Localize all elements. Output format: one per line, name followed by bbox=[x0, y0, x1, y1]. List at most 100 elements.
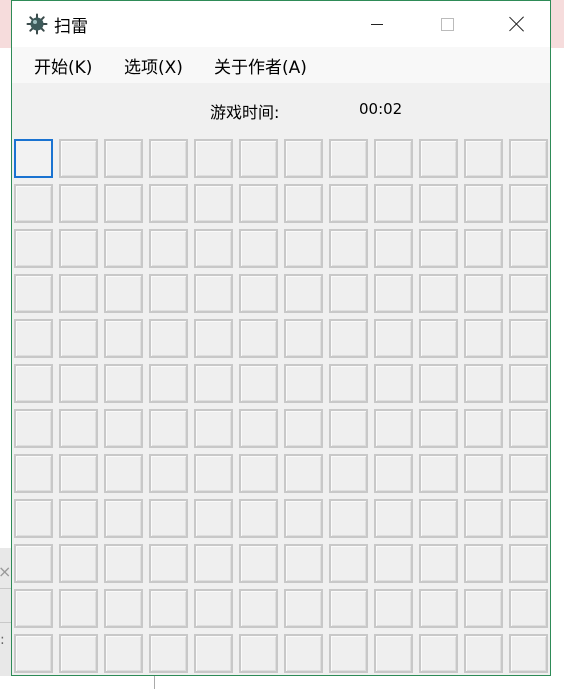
mine-cell[interactable] bbox=[329, 589, 368, 628]
mine-cell[interactable] bbox=[284, 454, 323, 493]
mine-cell[interactable] bbox=[284, 184, 323, 223]
mine-cell[interactable] bbox=[329, 634, 368, 673]
mine-cell[interactable] bbox=[59, 274, 98, 313]
mine-cell[interactable] bbox=[104, 454, 143, 493]
mine-cell[interactable] bbox=[284, 409, 323, 448]
mine-cell[interactable] bbox=[149, 454, 188, 493]
mine-cell[interactable] bbox=[374, 409, 413, 448]
mine-cell[interactable] bbox=[329, 139, 368, 178]
mine-cell[interactable] bbox=[419, 634, 458, 673]
mine-cell[interactable] bbox=[284, 544, 323, 583]
mine-cell[interactable] bbox=[194, 139, 233, 178]
mine-cell[interactable] bbox=[194, 319, 233, 358]
mine-cell[interactable] bbox=[104, 634, 143, 673]
mine-cell[interactable] bbox=[104, 544, 143, 583]
mine-cell[interactable] bbox=[509, 184, 548, 223]
mine-cell[interactable] bbox=[59, 634, 98, 673]
mine-cell[interactable] bbox=[194, 229, 233, 268]
mine-cell[interactable] bbox=[464, 454, 503, 493]
mine-cell[interactable] bbox=[149, 409, 188, 448]
mine-cell[interactable] bbox=[284, 364, 323, 403]
mine-cell[interactable] bbox=[59, 364, 98, 403]
mine-cell[interactable] bbox=[374, 184, 413, 223]
mine-cell[interactable] bbox=[239, 364, 278, 403]
mine-cell[interactable] bbox=[284, 319, 323, 358]
mine-cell[interactable] bbox=[419, 229, 458, 268]
mine-cell[interactable] bbox=[284, 589, 323, 628]
mine-cell[interactable] bbox=[149, 229, 188, 268]
mine-cell[interactable] bbox=[239, 229, 278, 268]
mine-cell[interactable] bbox=[104, 499, 143, 538]
mine-cell[interactable] bbox=[104, 229, 143, 268]
mine-cell[interactable] bbox=[194, 409, 233, 448]
mine-cell[interactable] bbox=[59, 229, 98, 268]
mine-cell[interactable] bbox=[194, 184, 233, 223]
mine-cell[interactable] bbox=[464, 544, 503, 583]
mine-cell[interactable] bbox=[329, 364, 368, 403]
mine-cell[interactable] bbox=[419, 499, 458, 538]
mine-cell[interactable] bbox=[329, 499, 368, 538]
mine-cell[interactable] bbox=[284, 499, 323, 538]
menu-start[interactable]: 开始(K) bbox=[34, 53, 92, 78]
mine-cell[interactable] bbox=[374, 274, 413, 313]
close-button[interactable] bbox=[494, 1, 540, 47]
mine-cell[interactable] bbox=[239, 589, 278, 628]
mine-cell[interactable] bbox=[464, 499, 503, 538]
mine-cell[interactable] bbox=[14, 454, 53, 493]
mine-cell[interactable] bbox=[374, 499, 413, 538]
mine-cell[interactable] bbox=[104, 409, 143, 448]
mine-cell[interactable] bbox=[14, 274, 53, 313]
mine-cell[interactable] bbox=[239, 454, 278, 493]
mine-cell[interactable] bbox=[59, 319, 98, 358]
mine-cell[interactable] bbox=[374, 229, 413, 268]
mine-cell[interactable] bbox=[59, 184, 98, 223]
mine-cell[interactable] bbox=[14, 589, 53, 628]
mine-cell[interactable] bbox=[464, 409, 503, 448]
mine-cell[interactable] bbox=[329, 319, 368, 358]
mine-cell[interactable] bbox=[59, 544, 98, 583]
mine-cell[interactable] bbox=[239, 409, 278, 448]
mine-cell[interactable] bbox=[509, 499, 548, 538]
mine-cell[interactable] bbox=[284, 229, 323, 268]
mine-cell[interactable] bbox=[149, 499, 188, 538]
mine-cell[interactable] bbox=[419, 589, 458, 628]
mine-cell[interactable] bbox=[419, 409, 458, 448]
mine-cell[interactable] bbox=[59, 499, 98, 538]
mine-cell[interactable] bbox=[419, 274, 458, 313]
mine-cell[interactable] bbox=[374, 364, 413, 403]
mine-cell[interactable] bbox=[464, 634, 503, 673]
mine-cell[interactable] bbox=[149, 544, 188, 583]
mine-cell[interactable] bbox=[239, 634, 278, 673]
mine-cell[interactable] bbox=[239, 544, 278, 583]
mine-cell[interactable] bbox=[59, 139, 98, 178]
mine-cell[interactable] bbox=[104, 319, 143, 358]
mine-cell[interactable] bbox=[329, 274, 368, 313]
mine-cell[interactable] bbox=[14, 499, 53, 538]
maximize-button[interactable] bbox=[424, 1, 470, 47]
mine-cell[interactable] bbox=[59, 409, 98, 448]
mine-cell[interactable] bbox=[509, 454, 548, 493]
mine-cell[interactable] bbox=[194, 274, 233, 313]
mine-cell[interactable] bbox=[329, 229, 368, 268]
mine-cell[interactable] bbox=[194, 589, 233, 628]
mine-cell[interactable] bbox=[149, 634, 188, 673]
mine-cell[interactable] bbox=[194, 544, 233, 583]
title-bar[interactable]: 扫雷 bbox=[12, 1, 550, 47]
mine-cell[interactable] bbox=[149, 364, 188, 403]
mine-cell[interactable] bbox=[464, 274, 503, 313]
mine-cell[interactable] bbox=[149, 184, 188, 223]
mine-cell[interactable] bbox=[239, 184, 278, 223]
mine-cell[interactable] bbox=[284, 139, 323, 178]
mine-cell[interactable] bbox=[509, 409, 548, 448]
mine-cell[interactable] bbox=[104, 139, 143, 178]
mine-cell[interactable] bbox=[59, 589, 98, 628]
mine-cell[interactable] bbox=[14, 229, 53, 268]
mine-cell[interactable] bbox=[329, 184, 368, 223]
mine-cell[interactable] bbox=[509, 589, 548, 628]
mine-cell[interactable] bbox=[14, 184, 53, 223]
mine-cell[interactable] bbox=[374, 589, 413, 628]
mine-cell[interactable] bbox=[374, 454, 413, 493]
mine-cell[interactable] bbox=[329, 454, 368, 493]
mine-cell[interactable] bbox=[509, 319, 548, 358]
mine-cell[interactable] bbox=[104, 184, 143, 223]
